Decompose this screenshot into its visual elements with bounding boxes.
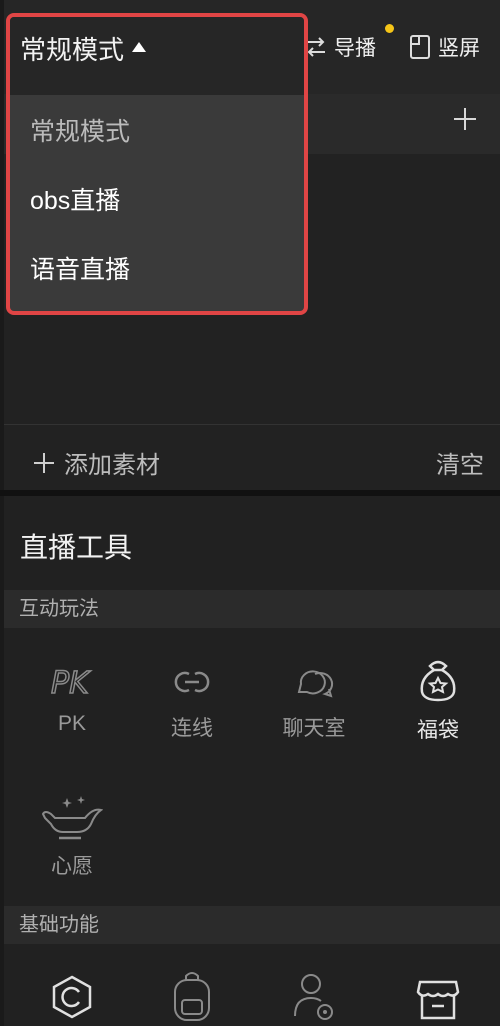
tool-basic-2[interactable] bbox=[132, 970, 252, 1022]
tool-label: 心愿 bbox=[51, 855, 93, 878]
source-bar: 添加素材 清空 bbox=[4, 424, 500, 490]
link-icon bbox=[174, 671, 210, 693]
user-settings-icon bbox=[294, 974, 333, 1020]
tool-chatroom[interactable]: 聊天室 bbox=[254, 662, 374, 742]
lucky-bag-icon bbox=[420, 660, 456, 702]
mode-select-label: 常规模式 bbox=[20, 35, 125, 65]
tool-pk[interactable]: PK PK bbox=[12, 662, 132, 736]
shop-icon bbox=[416, 980, 460, 1020]
backpack-icon bbox=[174, 972, 210, 1021]
vertical-screen-icon bbox=[408, 34, 432, 60]
tool-basic-3[interactable] bbox=[254, 970, 374, 1022]
clear-button[interactable]: 清空 bbox=[436, 445, 484, 480]
mode-option-obs[interactable]: obs直播 bbox=[10, 164, 304, 233]
tool-basic-4[interactable] bbox=[378, 974, 498, 1022]
mode-select[interactable]: 常规模式 bbox=[20, 30, 147, 67]
caret-up-icon bbox=[132, 41, 147, 52]
plus-icon bbox=[34, 452, 54, 473]
wish-lamp-icon bbox=[41, 796, 103, 840]
notification-dot bbox=[385, 24, 394, 33]
tools-title: 直播工具 bbox=[20, 532, 133, 563]
add-material-label: 添加素材 bbox=[64, 452, 160, 479]
add-material-button[interactable]: 添加素材 bbox=[32, 445, 160, 480]
tool-lucky-bag[interactable]: 福袋 bbox=[378, 656, 498, 744]
tool-link[interactable]: 连线 bbox=[132, 662, 252, 742]
tool-label: 连线 bbox=[171, 717, 213, 740]
mode-option-voice[interactable]: 语音直播 bbox=[10, 233, 304, 302]
svg-text:PK: PK bbox=[51, 666, 91, 701]
guide-button[interactable]: 导播 bbox=[304, 32, 376, 62]
guide-label: 导播 bbox=[334, 37, 376, 60]
chatroom-icon bbox=[297, 670, 334, 698]
add-scene-button[interactable] bbox=[452, 106, 478, 132]
pk-icon: PK bbox=[50, 665, 92, 702]
tool-wish[interactable]: 心愿 bbox=[12, 794, 132, 880]
hexagon-icon bbox=[52, 975, 92, 1019]
section-basic: 基础功能 bbox=[4, 906, 500, 944]
mode-option-regular[interactable]: 常规模式 bbox=[10, 95, 304, 164]
live-tools-panel: 直播工具 互动玩法 PK PK 连线 聊天室 福袋 心愿 基础功能 bbox=[4, 496, 500, 1026]
vertical-screen-button[interactable]: 竖屏 bbox=[408, 32, 480, 62]
tool-label: 聊天室 bbox=[282, 717, 346, 740]
vertical-screen-label: 竖屏 bbox=[438, 37, 480, 60]
tool-label: 福袋 bbox=[417, 719, 459, 742]
tool-label: PK bbox=[57, 712, 86, 735]
tool-basic-1[interactable] bbox=[12, 974, 132, 1020]
section-interactive: 互动玩法 bbox=[4, 590, 500, 628]
plus-icon bbox=[454, 108, 476, 130]
